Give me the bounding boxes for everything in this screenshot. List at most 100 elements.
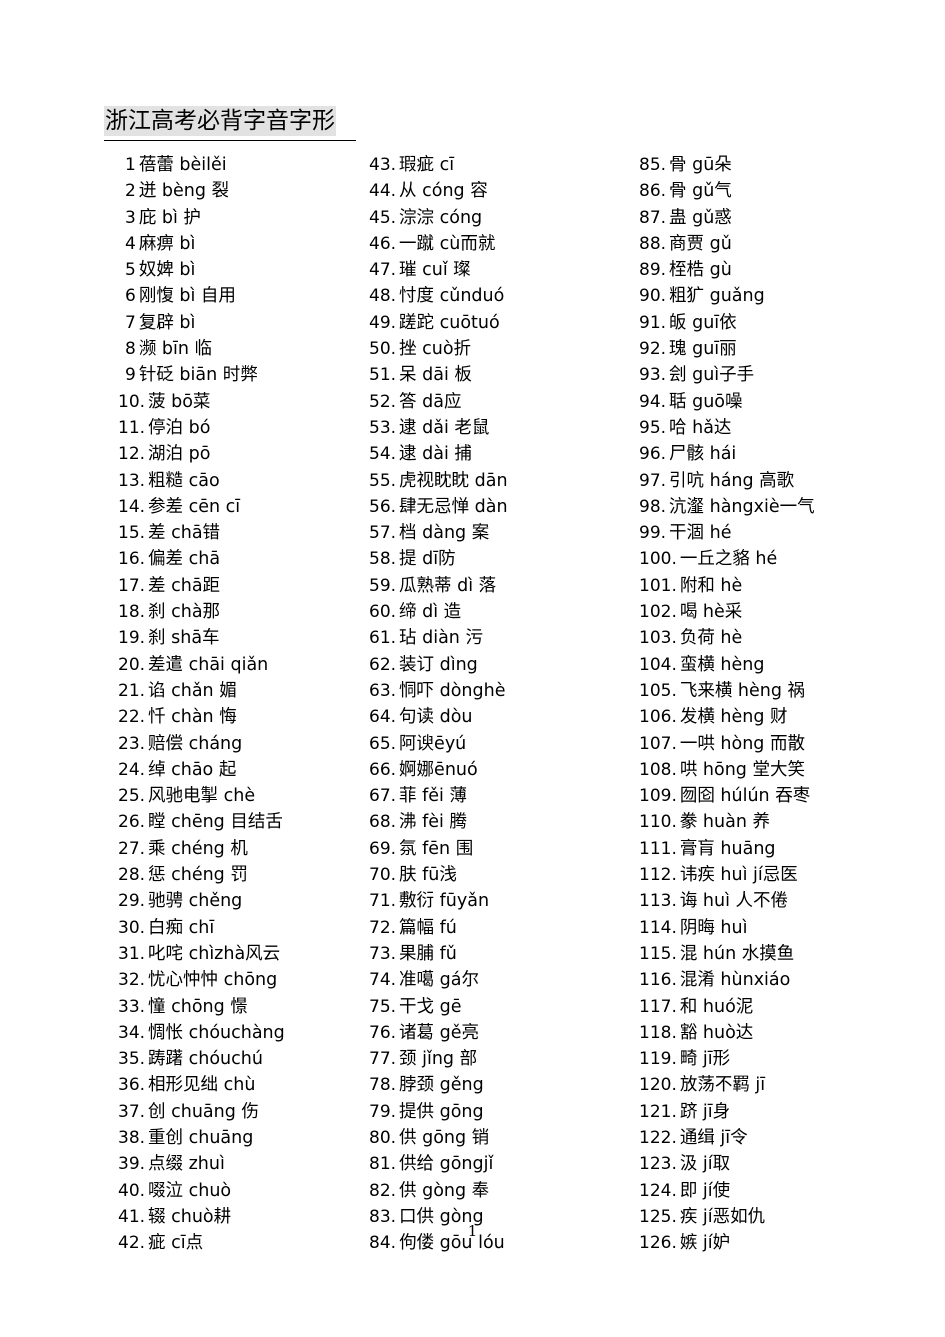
list-item: 70. 肤 fū浅 bbox=[369, 862, 639, 888]
item-text: 谄 chǎn 媚 bbox=[148, 680, 237, 701]
list-item: 59. 瓜熟蒂 dì 落 bbox=[369, 573, 639, 599]
item-number: 120. bbox=[639, 1075, 677, 1096]
item-text: 差遣 chāi qiǎn bbox=[148, 654, 269, 675]
list-item: 124. 即 jí使 bbox=[639, 1178, 929, 1204]
list-item: 73. 果脯 fǔ bbox=[369, 941, 639, 967]
list-item: 65. 阿谀ēyú bbox=[369, 731, 639, 757]
column-3: 85. 骨 gū朵 86. 骨 gǔ气 87. 蛊 gǔ惑 88. 商贾 gǔ 89. 桎… bbox=[639, 152, 929, 1256]
item-number: 49. bbox=[369, 312, 397, 333]
item-text: 驰骋 chěng bbox=[148, 891, 243, 912]
list-item: 2迸 bèng 裂 bbox=[104, 178, 369, 204]
item-text: 逮 dǎi 老鼠 bbox=[399, 417, 490, 438]
item-number: 122. bbox=[639, 1127, 677, 1148]
list-item: 106. 发横 hèng 财 bbox=[639, 704, 929, 730]
item-text: 迸 bèng 裂 bbox=[138, 181, 230, 202]
item-text: 肆无忌惮 dàn bbox=[399, 496, 508, 517]
list-item: 87. 蛊 gǔ惑 bbox=[639, 205, 929, 231]
item-number: 95. bbox=[639, 417, 667, 438]
item-text: 准噶 gá尔 bbox=[399, 970, 479, 991]
item-text: 干涸 hé bbox=[669, 523, 732, 544]
item-text: 汲 jí取 bbox=[679, 1154, 731, 1175]
document-page: 浙江高考必背字音字形 1 蓓蕾 bèilěi 2迸 bèng 裂 3庇 bì 护 … bbox=[0, 0, 945, 1337]
item-text: 点缀 zhuì bbox=[148, 1154, 225, 1175]
item-number: 54. bbox=[369, 444, 397, 465]
item-number: 10. bbox=[118, 391, 146, 412]
list-item: 14. 参差 cēn cī bbox=[104, 494, 369, 520]
item-text: 桎梏 gù bbox=[669, 260, 732, 281]
item-text: 粗糙 cāo bbox=[148, 470, 220, 491]
item-text: 菠 bō菜 bbox=[148, 391, 211, 412]
item-text: 附和 hè bbox=[679, 575, 743, 596]
item-number: 110. bbox=[639, 812, 677, 833]
item-number: 123. bbox=[639, 1154, 677, 1175]
item-number: 14. bbox=[118, 496, 146, 517]
item-text: 哄 hōng 堂大笑 bbox=[679, 759, 805, 780]
item-text: 阿谀ēyú bbox=[399, 733, 467, 754]
list-item: 7 复辟 bì bbox=[104, 310, 369, 336]
item-text: 肤 fū浅 bbox=[399, 865, 457, 886]
list-item: 109. 囫囵 húlún 吞枣 bbox=[639, 783, 929, 809]
list-item: 76. 诸葛 gě亮 bbox=[369, 1020, 639, 1046]
item-number: 87. bbox=[639, 207, 667, 228]
item-number: 86. bbox=[639, 181, 667, 202]
item-number: 100. bbox=[639, 549, 677, 570]
item-number: 8 bbox=[125, 339, 136, 360]
column-1: 1 蓓蕾 bèilěi 2迸 bèng 裂 3庇 bì 护 4 麻痹 bì 5 奴婢 … bbox=[104, 152, 369, 1256]
item-text: 赔偿 cháng bbox=[148, 733, 243, 754]
item-number: 69. bbox=[369, 838, 397, 859]
item-number: 82. bbox=[369, 1180, 397, 1201]
list-item: 53. 逮 dǎi 老鼠 bbox=[369, 415, 639, 441]
list-item: 46. 一蹴 cù而就 bbox=[369, 231, 639, 257]
item-number: 20. bbox=[118, 654, 146, 675]
item-number: 93. bbox=[639, 365, 667, 386]
item-text: 发横 hèng 财 bbox=[679, 707, 788, 728]
item-text: 蓓蕾 bèilěi bbox=[138, 155, 227, 175]
page-number: 1 bbox=[467, 1222, 478, 1240]
item-number: 113. bbox=[639, 891, 677, 912]
item-number: 58. bbox=[369, 549, 397, 570]
item-number: 50. bbox=[369, 339, 397, 360]
list-item: 69. 氛 fēn 围 bbox=[369, 836, 639, 862]
item-text: 跻 jī身 bbox=[679, 1101, 731, 1122]
item-number: 1 bbox=[125, 155, 136, 175]
item-number: 101. bbox=[639, 575, 677, 596]
list-item: 15. 差 chā错 bbox=[104, 520, 369, 546]
list-item: 10. 菠 bō菜 bbox=[104, 389, 369, 415]
list-item: 44. 从 cóng 容 bbox=[369, 178, 639, 204]
list-item: 57. 档 dàng 案 bbox=[369, 520, 639, 546]
item-text: 骨 gū朵 bbox=[669, 155, 732, 175]
item-text: 和 huó泥 bbox=[679, 996, 754, 1017]
item-text: 讳疾 huì jí忌医 bbox=[679, 865, 798, 886]
list-item: 88. 商贾 gǔ bbox=[639, 231, 929, 257]
item-text: 呆 dāi 板 bbox=[399, 365, 472, 386]
item-number: 18. bbox=[118, 602, 146, 623]
item-text: 提 dī防 bbox=[399, 549, 456, 570]
item-text: 蹉跎 cuōtuó bbox=[399, 312, 500, 333]
item-number: 53. bbox=[369, 417, 397, 438]
item-number: 46. bbox=[369, 233, 397, 254]
item-text: 诸葛 gě亮 bbox=[399, 1022, 479, 1043]
item-number: 99. bbox=[639, 523, 667, 544]
item-text: 飞来横 hèng 祸 bbox=[679, 680, 806, 701]
title-container: 浙江高考必背字音字形 bbox=[104, 106, 359, 136]
list-item: 94. 聒 guō噪 bbox=[639, 389, 929, 415]
item-number: 118. bbox=[639, 1022, 677, 1043]
item-text: 畸 jī形 bbox=[679, 1049, 731, 1070]
list-item: 71. 敷衍 fūyǎn bbox=[369, 888, 639, 914]
list-item: 19. 刹 shā车 bbox=[104, 625, 369, 651]
item-number: 16. bbox=[118, 549, 146, 570]
item-number: 91. bbox=[639, 312, 667, 333]
list-item: 91. 皈 guī依 bbox=[639, 310, 929, 336]
list-item: 24. 绰 chāo 起 bbox=[104, 757, 369, 783]
list-item: 115. 混 hún 水摸鱼 bbox=[639, 941, 929, 967]
item-text: 膏肓 huāng bbox=[679, 838, 776, 859]
item-text: 瞠 chēng 目结舌 bbox=[148, 812, 283, 833]
list-item: 89. 桎梏 gù bbox=[639, 257, 929, 283]
item-text: 瓜熟蒂 dì 落 bbox=[399, 575, 497, 596]
item-number: 19. bbox=[118, 628, 146, 649]
item-text: 参差 cēn cī bbox=[148, 496, 241, 517]
item-text: 惆怅 chóuchàng bbox=[148, 1022, 285, 1043]
title-underline-rule bbox=[104, 140, 356, 141]
item-number: 56. bbox=[369, 496, 397, 517]
list-item: 61. 玷 diàn 污 bbox=[369, 625, 639, 651]
